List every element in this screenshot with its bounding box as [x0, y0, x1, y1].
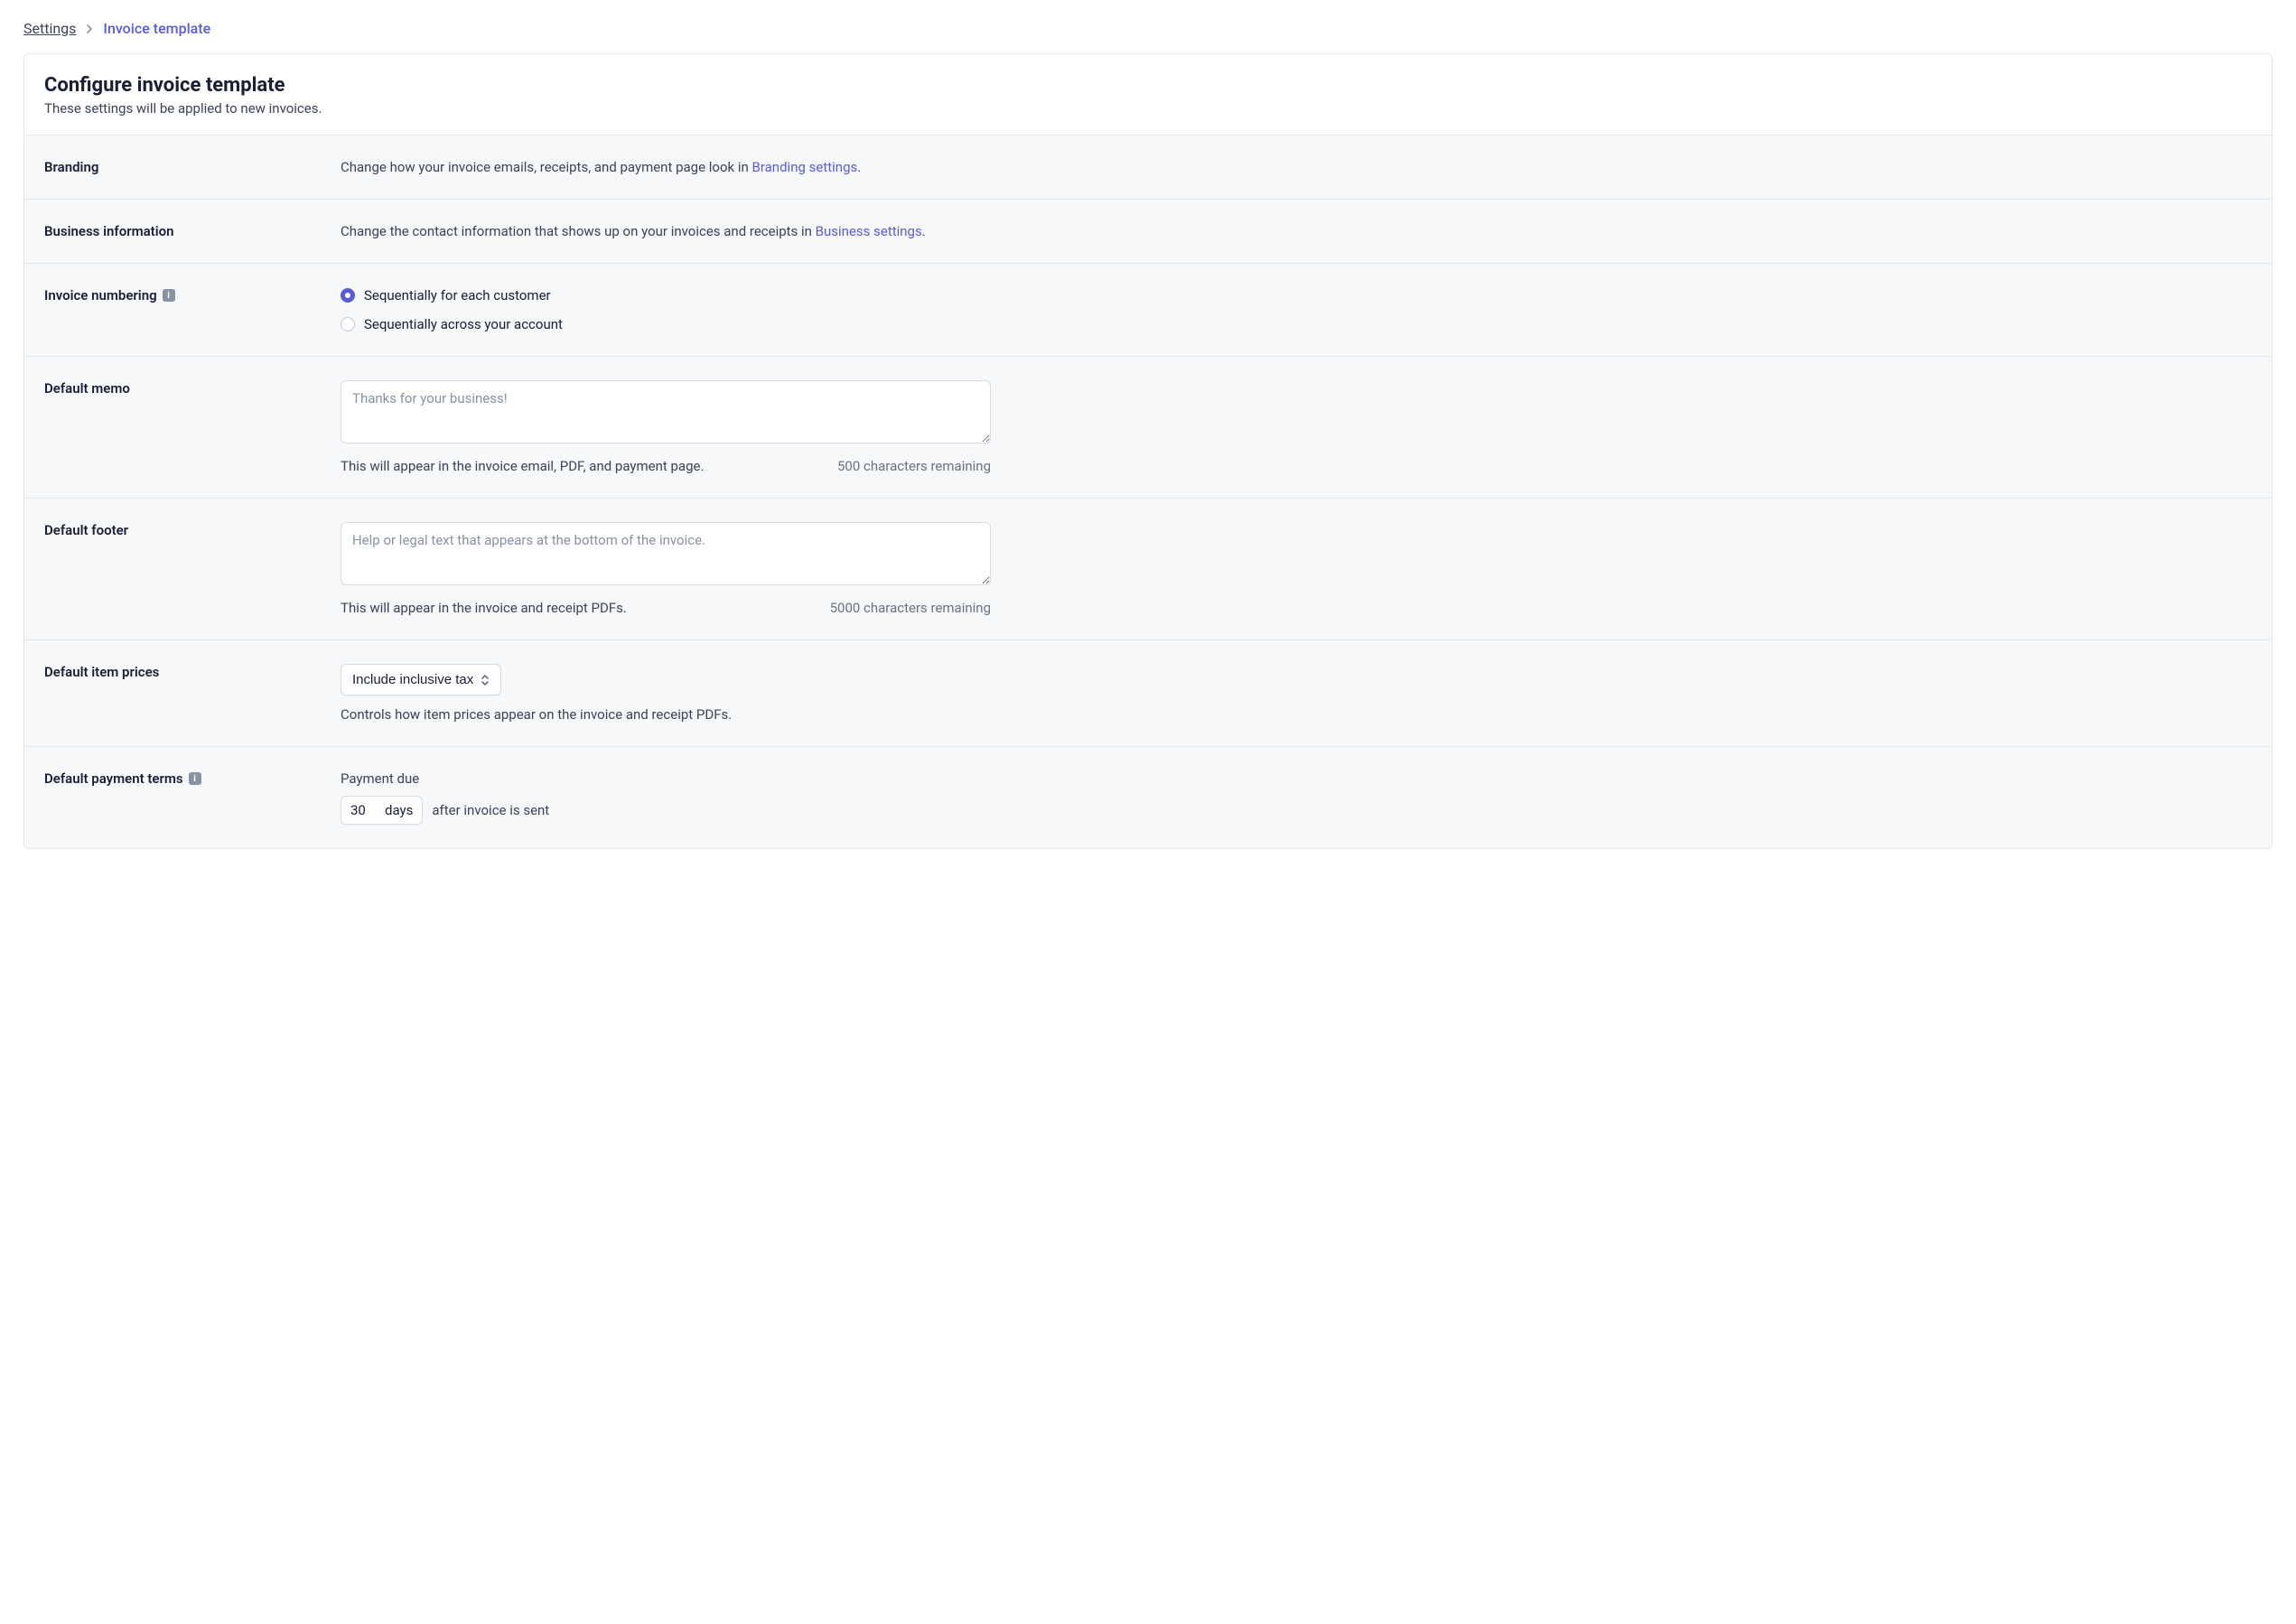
radio-unchecked-icon — [341, 317, 355, 331]
label-numbering: Invoice numbering — [44, 287, 157, 303]
radio-checked-icon — [341, 288, 355, 303]
row-terms: Default payment terms i Payment due days… — [24, 747, 2272, 848]
memo-helper: This will appear in the invoice email, P… — [341, 458, 704, 474]
panel-header: Configure invoice template These setting… — [24, 54, 2272, 135]
row-business: Business information Change the contact … — [24, 200, 2272, 264]
row-branding: Branding Change how your invoice emails,… — [24, 135, 2272, 200]
days-unit: days — [385, 802, 413, 818]
memo-count: 500 characters remaining — [837, 458, 991, 474]
label-footer: Default footer — [44, 522, 341, 616]
row-memo: Default memo This will appear in the inv… — [24, 357, 2272, 499]
breadcrumb-settings[interactable]: Settings — [23, 20, 76, 37]
row-footer: Default footer This will appear in the i… — [24, 499, 2272, 640]
label-prices: Default item prices — [44, 664, 341, 723]
label-branding: Branding — [44, 159, 341, 175]
branding-text: Change how your invoice emails, receipts… — [341, 159, 2252, 175]
numbering-radio-group: Sequentially for each customer Sequentia… — [341, 287, 2252, 332]
days-input-box: days — [341, 796, 423, 825]
footer-textarea[interactable] — [341, 522, 991, 585]
footer-count: 5000 characters remaining — [830, 600, 991, 616]
page-subtitle: These settings will be applied to new in… — [44, 100, 2252, 117]
row-prices: Default item prices Include inclusive ta… — [24, 640, 2272, 747]
payment-due-label: Payment due — [341, 770, 2252, 787]
page-title: Configure invoice template — [44, 74, 2252, 97]
label-business: Business information — [44, 223, 341, 239]
radio-across-account[interactable]: Sequentially across your account — [341, 316, 2252, 332]
radio-per-customer[interactable]: Sequentially for each customer — [341, 287, 2252, 303]
days-input[interactable] — [350, 802, 376, 818]
breadcrumb-invoice-template[interactable]: Invoice template — [103, 20, 210, 37]
memo-textarea[interactable] — [341, 380, 991, 443]
chevron-right-icon — [85, 24, 94, 33]
branding-settings-link[interactable]: Branding settings — [752, 159, 858, 175]
business-settings-link[interactable]: Business settings — [816, 223, 922, 239]
row-numbering: Invoice numbering i Sequentially for eac… — [24, 264, 2272, 357]
after-text: after invoice is sent — [432, 802, 549, 818]
prices-select[interactable]: Include inclusive tax — [341, 664, 501, 695]
business-text: Change the contact information that show… — [341, 223, 2252, 239]
select-updown-icon — [481, 674, 490, 686]
prices-helper: Controls how item prices appear on the i… — [341, 706, 2252, 723]
label-memo: Default memo — [44, 380, 341, 474]
label-terms: Default payment terms — [44, 770, 183, 787]
settings-panel: Configure invoice template These setting… — [23, 53, 2273, 849]
info-icon[interactable]: i — [189, 772, 201, 785]
footer-helper: This will appear in the invoice and rece… — [341, 600, 627, 616]
breadcrumb: Settings Invoice template — [0, 0, 2296, 53]
info-icon[interactable]: i — [163, 289, 175, 302]
